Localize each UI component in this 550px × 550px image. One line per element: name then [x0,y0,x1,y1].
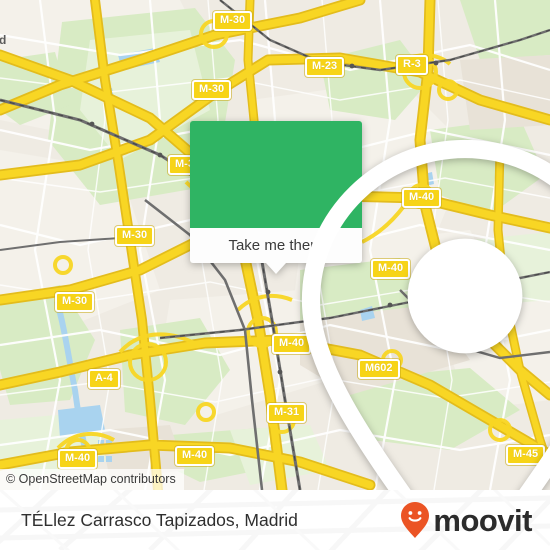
road-shield: M-30 [213,11,253,31]
destination-popup[interactable]: Take me there [190,121,550,490]
map-pin-icon [301,139,550,490]
clipped-map-label: d [0,33,7,47]
road-shield: A-4 [88,369,120,389]
moovit-map-screenshot: M-30 M-23 R-3 M-30 M-3 M-40 M-30 M-40 M-30 M-40 M6… [0,0,550,550]
road-shield: M-40 [58,449,98,469]
map-attribution[interactable]: © OpenStreetMap contributors [0,469,184,490]
place-name-label: TÉLlez Carrasco Tapizados, Madrid [21,509,298,530]
moovit-logo[interactable]: moovit [400,490,532,550]
popup-tail [266,263,286,274]
road-shield: M-30 [192,80,232,100]
road-shield: M-30 [55,292,95,312]
map-canvas[interactable]: M-30 M-23 R-3 M-30 M-3 M-40 M-30 M-40 M-30 M-40 M6… [0,0,550,490]
popup-body [190,121,550,490]
road-shield: M-23 [305,57,345,77]
moovit-wordmark: moovit [433,502,532,538]
road-shield: M-30 [115,226,155,246]
road-shield: R-3 [396,55,428,75]
bottom-bar: TÉLlez Carrasco Tapizados, Madrid moovit [0,490,550,550]
moovit-smiley-pin-icon [401,502,430,538]
